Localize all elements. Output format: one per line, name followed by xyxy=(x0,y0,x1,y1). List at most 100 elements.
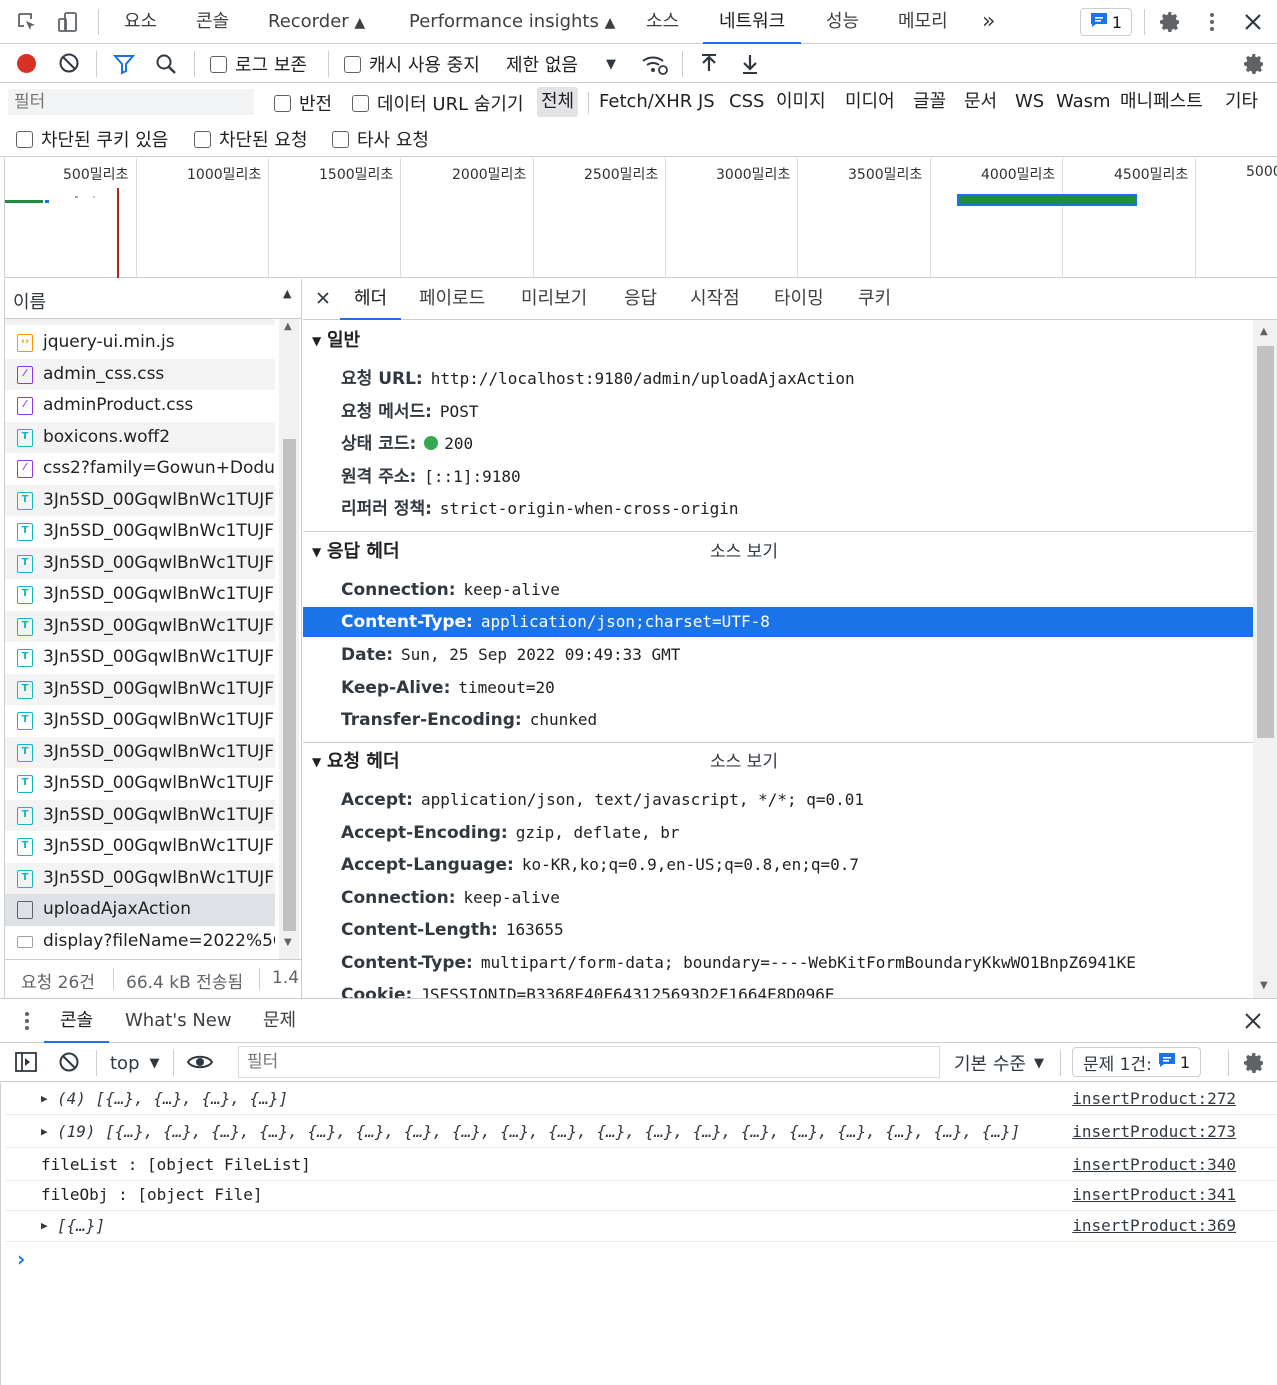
export-har-download-icon[interactable] xyxy=(740,53,760,75)
type-filter-font[interactable]: 글꼴 xyxy=(913,87,946,117)
console-settings-gear-icon[interactable] xyxy=(1242,1051,1266,1075)
console-message[interactable]: ▶ (4) [{…}, {…}, {…}, {…}] insertProduct… xyxy=(5,1083,1277,1115)
request-row[interactable]: T 3Jn5SD_00GqwlBnWc1TUJF0A xyxy=(5,831,275,863)
tab-performance-insights[interactable]: Performance insights ▲ xyxy=(409,0,615,43)
request-row[interactable]: ⁄ css2?family=Gowun+Dodum. xyxy=(5,453,275,485)
request-row[interactable]: T 3Jn5SD_00GqwlBnWc1TUJF0A xyxy=(5,610,275,642)
request-row-partial[interactable] xyxy=(5,319,275,325)
sidebar-toggle-icon[interactable] xyxy=(14,1051,38,1073)
console-prompt[interactable]: › xyxy=(5,1243,1255,1277)
tab-sources[interactable]: 소스 xyxy=(646,0,679,43)
request-row[interactable]: Tboxicons.woff2 xyxy=(5,421,275,453)
checkbox-box[interactable] xyxy=(16,130,33,148)
record-icon[interactable] xyxy=(17,54,36,73)
request-row[interactable]: ⁄ adminProduct.css xyxy=(5,390,275,422)
type-filter-css[interactable]: CSS xyxy=(729,87,764,117)
type-filter-other[interactable]: 기타 xyxy=(1225,87,1258,117)
inspect-element-icon[interactable] xyxy=(16,11,38,33)
checkbox-box[interactable] xyxy=(344,55,361,73)
scroll-up-icon[interactable]: ▲ xyxy=(1260,326,1268,337)
console-source-link[interactable]: insertProduct:273 xyxy=(1072,1116,1236,1148)
network-overview-timeline[interactable]: 500밀리초 1000밀리초 1500밀리초 2000밀리초 2500밀리초 3… xyxy=(4,158,1277,278)
console-source-link[interactable]: insertProduct:369 xyxy=(1072,1210,1236,1242)
invert-checkbox[interactable]: 반전 xyxy=(274,91,332,115)
issues-counter-button[interactable]: 1 xyxy=(1080,8,1132,36)
checkbox-box[interactable] xyxy=(352,94,369,112)
import-har-upload-icon[interactable] xyxy=(699,53,719,75)
live-expression-eye-icon[interactable] xyxy=(186,1052,214,1072)
console-message[interactable]: ▶ (19) [{…}, {…}, {…}, {…}, {…}, {…}, {…… xyxy=(5,1116,1277,1148)
log-level-select[interactable]: 기본 수준 ▼ xyxy=(954,1050,1044,1076)
checkbox-box[interactable] xyxy=(194,130,211,148)
tab-response[interactable]: 응답 xyxy=(624,279,657,319)
close-devtools-icon[interactable] xyxy=(1242,11,1264,33)
request-row[interactable]: ⁄ admin_css.css xyxy=(5,358,275,390)
tab-payload[interactable]: 페이로드 xyxy=(419,279,485,319)
tab-headers[interactable]: 헤더 xyxy=(339,279,402,320)
request-row[interactable]: ‹› jquery-ui.min.js xyxy=(5,327,275,359)
hide-data-urls-checkbox[interactable]: 데이터 URL 숨기기 xyxy=(352,91,524,115)
console-source-link[interactable]: insertProduct:341 xyxy=(1072,1179,1236,1211)
network-conditions-wifi-icon[interactable] xyxy=(641,52,669,76)
scrollbar-thumb[interactable] xyxy=(1257,346,1274,738)
request-row[interactable]: T 3Jn5SD_00GqwlBnWc1TUJF0A xyxy=(5,862,275,894)
request-row[interactable]: T 3Jn5SD_00GqwlBnWc1TUJF0A xyxy=(5,516,275,548)
tab-console[interactable]: 콘솔 xyxy=(196,0,229,43)
device-toolbar-icon[interactable] xyxy=(56,10,80,34)
general-section-header[interactable]: ▼ 일반 xyxy=(303,325,1253,357)
view-source-link[interactable]: 소스 보기 xyxy=(710,536,778,568)
request-headers-section-header[interactable]: ▼ 요청 헤더 소스 보기 xyxy=(303,746,1253,778)
preserve-log-checkbox[interactable]: 로그 보존 xyxy=(210,52,307,76)
tab-timing[interactable]: 타이밍 xyxy=(774,279,824,319)
type-filter-media[interactable]: 미디어 xyxy=(845,87,895,117)
disable-cache-checkbox[interactable]: 캐시 사용 중지 xyxy=(344,52,480,76)
scrollbar-thumb[interactable] xyxy=(283,439,296,931)
request-row[interactable]: T 3Jn5SD_00GqwlBnWc1TUJF0A xyxy=(5,642,275,674)
context-selector[interactable]: top ▼ xyxy=(110,1050,160,1076)
type-filter-img[interactable]: 이미지 xyxy=(776,87,826,117)
tab-memory[interactable]: 메모리 xyxy=(898,0,948,43)
filter-input[interactable] xyxy=(8,89,254,115)
close-drawer-icon[interactable] xyxy=(1243,1011,1263,1031)
scroll-down-icon[interactable]: ▼ xyxy=(284,937,292,948)
type-filter-ws[interactable]: WS xyxy=(1015,87,1044,117)
request-row[interactable]: T 3Jn5SD_00GqwlBnWc1TUJF0A xyxy=(5,547,275,579)
network-settings-gear-icon[interactable] xyxy=(1242,52,1266,76)
scroll-up-icon[interactable]: ▲ xyxy=(284,321,292,332)
tab-elements[interactable]: 요소 xyxy=(124,0,157,43)
throttling-select[interactable]: 제한 없음 ▼ xyxy=(506,52,616,76)
expand-triangle-icon[interactable]: ▶ xyxy=(41,1116,48,1148)
header-row-selected[interactable]: Content-Type: application/json;charset=UT… xyxy=(303,606,1253,637)
type-filter-js[interactable]: JS xyxy=(698,87,715,117)
clear-console-icon[interactable] xyxy=(58,1051,80,1073)
checkbox-box[interactable] xyxy=(332,130,349,148)
tab-cookies[interactable]: 쿠키 xyxy=(858,279,891,319)
request-row[interactable]: T 3Jn5SD_00GqwlBnWc1TUJF0A xyxy=(5,736,275,768)
tab-network[interactable]: 네트워크 xyxy=(702,0,802,44)
issues-count-button[interactable]: 문제 1건: 1 xyxy=(1072,1047,1202,1077)
more-options-icon[interactable] xyxy=(1204,10,1220,34)
request-row[interactable]: T 3Jn5SD_00GqwlBnWc1TUJF0A xyxy=(5,799,275,831)
type-filter-fetch-xhr[interactable]: Fetch/XHR xyxy=(599,87,692,117)
tab-recorder[interactable]: Recorder ▲ xyxy=(268,0,365,43)
type-filter-doc[interactable]: 문서 xyxy=(964,87,997,117)
type-filter-wasm[interactable]: Wasm xyxy=(1056,87,1111,117)
checkbox-box[interactable] xyxy=(274,94,291,112)
view-source-link[interactable]: 소스 보기 xyxy=(710,746,778,778)
blocked-cookies-checkbox[interactable]: 차단된 쿠키 있음 xyxy=(16,127,168,151)
drawer-tab-console[interactable]: 콘솔 xyxy=(43,999,110,1043)
type-filter-manifest[interactable]: 매니페스트 xyxy=(1120,87,1203,117)
clear-icon[interactable] xyxy=(58,52,80,74)
settings-gear-icon[interactable] xyxy=(1158,10,1182,34)
tab-performance[interactable]: 성능 xyxy=(826,0,859,43)
request-row[interactable]: T 3Jn5SD_00GqwlBnWc1TUJF0A xyxy=(5,579,275,611)
request-row[interactable]: T 3Jn5SD_00GqwlBnWc1TUJF0A xyxy=(5,705,275,737)
third-party-checkbox[interactable]: 타사 요청 xyxy=(332,127,429,151)
close-details-icon[interactable] xyxy=(316,291,330,305)
name-column-header[interactable]: 이름 ▲ xyxy=(5,279,301,319)
blocked-requests-checkbox[interactable]: 차단된 요청 xyxy=(194,127,308,151)
response-headers-section-header[interactable]: ▼ 응답 헤더 소스 보기 xyxy=(303,536,1253,568)
drawer-menu-icon[interactable] xyxy=(21,1009,33,1033)
filter-funnel-icon[interactable] xyxy=(113,53,135,75)
request-row-selected[interactable]: uploadAjaxAction xyxy=(5,894,275,926)
